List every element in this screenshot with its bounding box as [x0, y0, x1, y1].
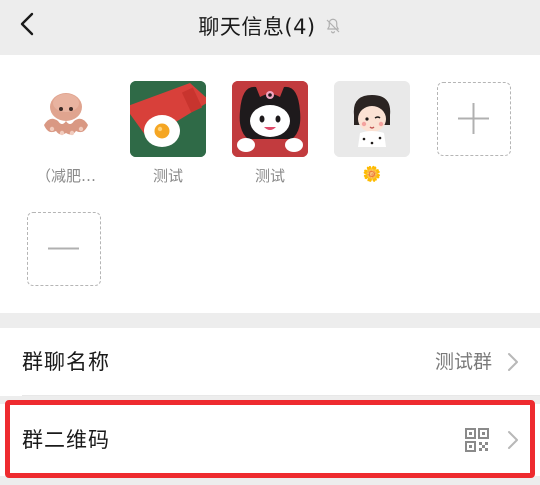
- member-item[interactable]: 测试: [130, 81, 206, 186]
- kuromi-avatar[interactable]: [232, 81, 308, 157]
- fried-egg-avatar[interactable]: [130, 81, 206, 157]
- plus-icon: [458, 103, 489, 134]
- octopus-plush-avatar[interactable]: [28, 81, 104, 157]
- minus-icon: [48, 247, 79, 250]
- top-bar: 聊天信息(4): [0, 0, 540, 52]
- row-divider: [22, 395, 540, 396]
- cartoon-girl-avatar[interactable]: [334, 81, 410, 157]
- member-item[interactable]: 🌼: [334, 81, 410, 183]
- back-chevron-icon[interactable]: [14, 9, 42, 39]
- member-item[interactable]: 测试: [232, 81, 308, 186]
- member-grid: （减肥… 测试 测试 🌼: [0, 55, 540, 313]
- member-name: 测试: [254, 167, 285, 185]
- add-member-button[interactable]: [437, 82, 511, 156]
- member-name: （减肥…: [35, 167, 96, 185]
- member-item[interactable]: （减肥…: [28, 81, 104, 186]
- chat-info-screen: 聊天信息(4) （减肥… 测试 测试 🌼 群聊名称 测试群 群二维码: [0, 0, 540, 485]
- member-name: 🌼: [362, 165, 382, 183]
- bell-mute-icon: [326, 18, 340, 34]
- highlight-annotation: [5, 400, 535, 478]
- remove-member-button[interactable]: [27, 212, 101, 286]
- page-title: 聊天信息(4): [198, 15, 316, 39]
- title-wrap: 聊天信息(4): [0, 0, 540, 52]
- member-name: 测试: [152, 167, 183, 185]
- group-name-row[interactable]: 群聊名称 测试群: [0, 328, 540, 396]
- group-name-label: 群聊名称: [22, 350, 110, 374]
- group-name-value: 测试群: [434, 351, 492, 373]
- chevron-right-icon: [508, 353, 518, 371]
